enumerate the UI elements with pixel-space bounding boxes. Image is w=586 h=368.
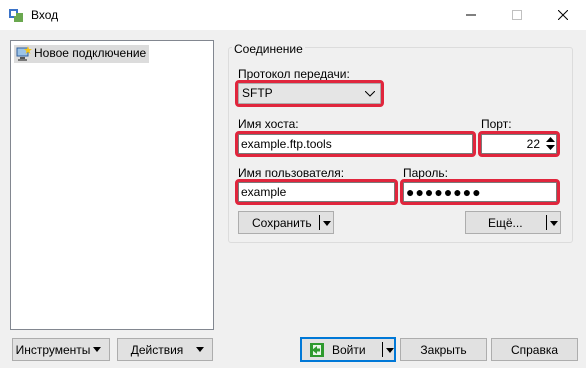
tree-item-label: Новое подключение: [34, 46, 147, 60]
tools-button[interactable]: Инструменты: [12, 338, 110, 361]
winscp-app-icon: [9, 9, 23, 22]
help-button-label: Справка: [510, 342, 559, 357]
protocol-select[interactable]: SFTP: [238, 83, 381, 104]
dropdown-arrow-icon[interactable]: [386, 348, 394, 353]
username-label: Имя пользователя:: [238, 166, 345, 180]
save-button[interactable]: Сохранить: [238, 211, 334, 234]
close-button[interactable]: [540, 0, 586, 30]
close-icon: [558, 10, 568, 20]
dropdown-arrow-icon[interactable]: [323, 221, 331, 226]
login-button-label: Войти: [332, 342, 366, 357]
port-label: Порт:: [481, 117, 512, 131]
protocol-label: Протокол передачи:: [238, 67, 350, 81]
chevron-down-icon: [365, 91, 375, 97]
password-input[interactable]: ●●●●●●●●: [403, 182, 557, 202]
window-title: Вход: [31, 8, 59, 22]
login-icon: [310, 342, 324, 357]
tree-item-new-site[interactable]: Новое подключение: [14, 45, 150, 63]
spin-up-icon: [546, 137, 555, 142]
username-input[interactable]: example: [238, 182, 395, 202]
more-split-divider: [546, 215, 547, 230]
more-button[interactable]: Ещё...: [465, 211, 561, 234]
site-tree[interactable]: Новое подключение: [10, 40, 214, 330]
close-button-label: Закрыть: [420, 342, 467, 357]
help-button[interactable]: Справка: [491, 338, 578, 361]
dropdown-arrow-icon[interactable]: [550, 221, 558, 226]
tools-button-label: Инструменты: [15, 342, 91, 357]
save-button-label: Сохранить: [252, 215, 312, 230]
maximize-button[interactable]: [494, 0, 540, 30]
save-split-divider: [319, 215, 320, 230]
dropdown-arrow-icon: [196, 347, 204, 352]
new-site-icon: [16, 46, 32, 61]
more-button-label: Ещё...: [488, 215, 523, 230]
title-bar: Вход: [0, 0, 586, 30]
host-label: Имя хоста:: [238, 117, 299, 131]
login-split-divider: [382, 342, 383, 357]
minimize-icon: [466, 14, 476, 16]
actions-button-label: Действия: [130, 342, 184, 357]
minimize-button[interactable]: [448, 0, 494, 30]
session-group-label: Соединение: [232, 42, 305, 56]
actions-button[interactable]: Действия: [117, 338, 213, 361]
dropdown-arrow-icon: [93, 347, 101, 352]
port-spinner[interactable]: [545, 135, 556, 153]
maximize-icon: [512, 10, 522, 20]
host-input[interactable]: example.ftp.tools: [238, 134, 473, 154]
close-dialog-button[interactable]: Закрыть: [400, 338, 487, 361]
password-label: Пароль:: [403, 166, 448, 180]
login-button[interactable]: Войти: [300, 337, 396, 362]
protocol-value: SFTP: [242, 86, 273, 100]
spin-down-icon: [546, 145, 555, 150]
